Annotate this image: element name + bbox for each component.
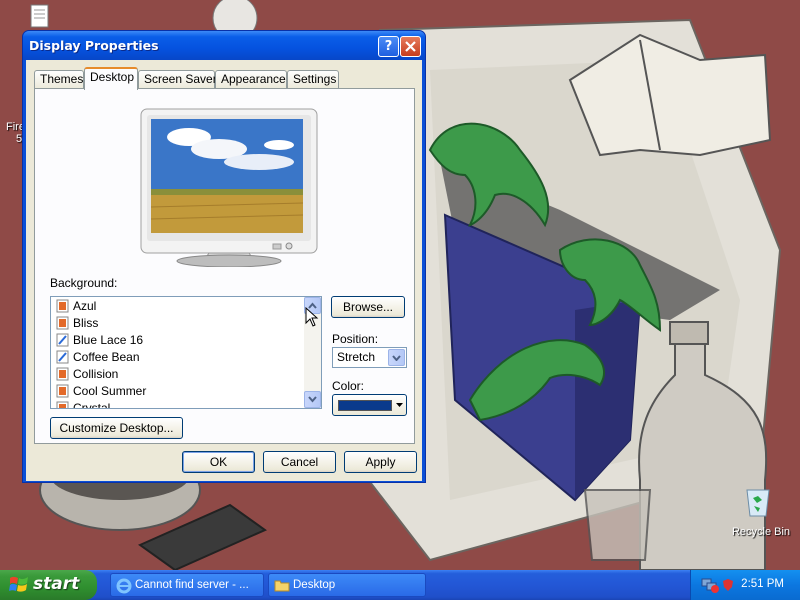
position-dropdown[interactable]: Stretch xyxy=(332,347,407,368)
background-list: Azul Bliss Blue Lace 16 Coffee Bean Coll… xyxy=(51,297,321,409)
ie-icon xyxy=(116,578,132,594)
customize-desktop-button[interactable]: Customize Desktop... xyxy=(50,417,183,439)
chevron-down-icon xyxy=(392,355,401,361)
list-item-label: Cool Summer xyxy=(73,383,147,398)
taskbar-item-label: Cannot find server - ... xyxy=(135,579,249,591)
bitmap-file-icon xyxy=(56,333,69,346)
list-item-label: Azul xyxy=(73,298,97,313)
list-item-label: Collision xyxy=(73,366,119,381)
taskbar-item-desktop[interactable]: Desktop xyxy=(268,573,426,597)
window-title: Display Properties xyxy=(29,38,159,53)
close-icon xyxy=(405,41,416,52)
list-item-label: Bliss xyxy=(73,315,99,330)
list-item-label: Blue Lace 16 xyxy=(73,332,144,347)
start-label: start xyxy=(33,574,80,594)
background-label: Background: xyxy=(50,276,118,290)
list-item-azul[interactable]: Azul xyxy=(51,297,321,314)
title-bar[interactable]: Display Properties ? xyxy=(23,31,425,60)
document-icon xyxy=(30,4,49,28)
taskbar-item-label: Desktop xyxy=(293,579,336,591)
desktop-icon-recycle-bin[interactable]: Recycle Bin xyxy=(728,524,794,538)
desktop-tab-panel: Background: Azul Bliss Blue Lace 16 Coff… xyxy=(34,88,415,444)
image-file-icon xyxy=(56,367,69,380)
mouse-cursor-icon xyxy=(305,307,319,327)
image-file-icon xyxy=(56,316,69,329)
tab-screen-saver[interactable]: Screen Saver xyxy=(138,70,217,89)
help-button[interactable]: ? xyxy=(378,36,399,57)
cancel-button[interactable]: Cancel xyxy=(263,451,336,473)
monitor-preview xyxy=(140,108,318,267)
list-scrollbar[interactable] xyxy=(304,297,321,408)
tab-appearance[interactable]: Appearance xyxy=(215,70,287,89)
caret-down-icon xyxy=(396,403,403,407)
clock[interactable]: 2:51 PM xyxy=(741,578,784,590)
close-button[interactable] xyxy=(400,36,421,57)
background-listbox[interactable]: Azul Bliss Blue Lace 16 Coffee Bean Coll… xyxy=(50,296,322,409)
desktop-icon-document[interactable] xyxy=(2,4,49,31)
list-item-coffee-bean[interactable]: Coffee Bean xyxy=(51,348,321,365)
dropdown-button[interactable] xyxy=(388,349,405,366)
chevron-down-icon xyxy=(308,396,317,403)
windows-logo-icon xyxy=(9,576,28,592)
image-file-icon xyxy=(56,401,69,408)
position-label: Position: xyxy=(332,332,379,346)
start-button[interactable]: start xyxy=(0,570,97,600)
taskbar-item-browser[interactable]: Cannot find server - ... xyxy=(110,573,264,597)
folder-icon xyxy=(274,580,290,592)
taskbar: start Cannot find server - ... Desktop 2… xyxy=(0,570,800,600)
tab-themes[interactable]: Themes xyxy=(34,70,84,89)
bitmap-file-icon xyxy=(56,350,69,363)
list-item-bliss[interactable]: Bliss xyxy=(51,314,321,331)
tab-desktop[interactable]: Desktop xyxy=(84,67,138,90)
image-file-icon xyxy=(56,299,69,312)
list-item-collision[interactable]: Collision xyxy=(51,365,321,382)
color-picker-button[interactable] xyxy=(332,394,407,416)
list-item-blue-lace-16[interactable]: Blue Lace 16 xyxy=(51,331,321,348)
list-item-label: Crystal xyxy=(73,400,111,409)
scroll-down-button[interactable] xyxy=(304,391,321,408)
recycle-bin-label: Recycle Bin xyxy=(731,526,791,538)
list-item-crystal[interactable]: Crystal xyxy=(51,399,321,409)
dialog-client-area: Themes Desktop Screen Saver Appearance S… xyxy=(26,60,422,481)
apply-button[interactable]: Apply xyxy=(344,451,417,473)
security-icon[interactable] xyxy=(721,578,735,592)
color-label: Color: xyxy=(332,379,365,393)
list-item-label: Coffee Bean xyxy=(73,349,140,364)
position-value: Stretch xyxy=(337,350,376,364)
display-properties-window: Display Properties ? Themes Desktop Scre… xyxy=(22,30,426,483)
browse-button[interactable]: Browse... xyxy=(331,296,405,318)
color-swatch xyxy=(338,400,392,411)
tab-settings[interactable]: Settings xyxy=(287,70,339,89)
list-item-cool-summer[interactable]: Cool Summer xyxy=(51,382,321,399)
network-error-icon[interactable] xyxy=(701,576,719,594)
system-tray: 2:51 PM xyxy=(690,570,800,600)
image-file-icon xyxy=(56,384,69,397)
ok-button[interactable]: OK xyxy=(182,451,255,473)
